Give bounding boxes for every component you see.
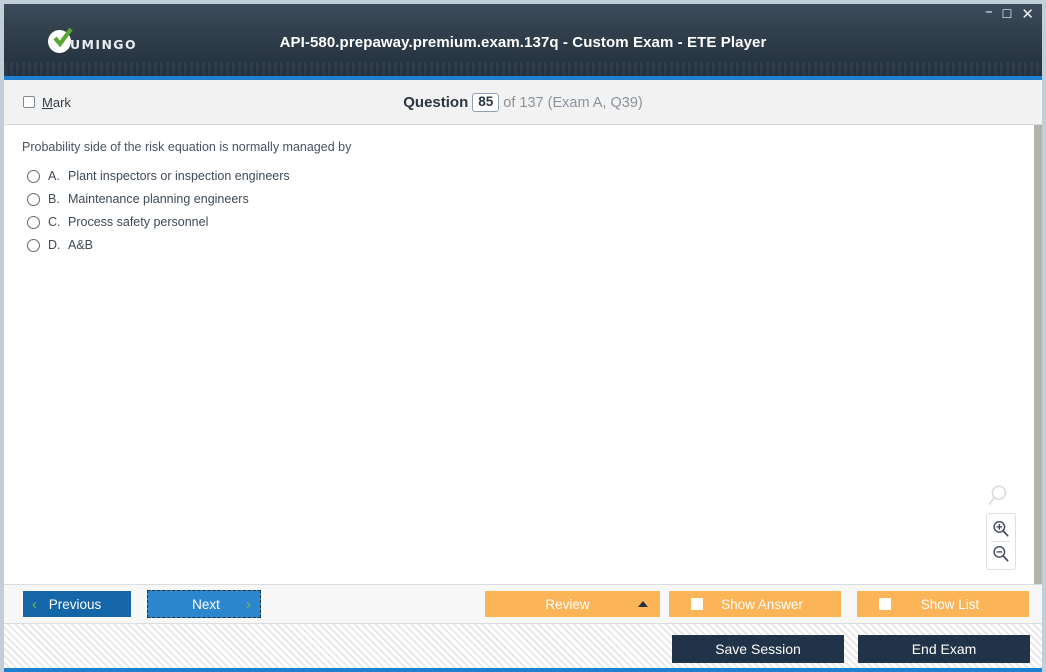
application-window: – ☐ ✕ UMINGO API-580.prepaway.premium.ex… bbox=[0, 0, 1046, 672]
previous-button[interactable]: ‹ Previous bbox=[23, 591, 131, 617]
question-total-text: of 137 (Exam A, Q39) bbox=[503, 94, 643, 111]
show-list-button[interactable]: Show List bbox=[857, 591, 1029, 617]
choice-letter-d: D. bbox=[48, 238, 61, 252]
next-button-label: Next bbox=[192, 596, 220, 612]
question-number-field[interactable]: 85 bbox=[472, 92, 500, 112]
question-word: Question bbox=[403, 93, 469, 111]
question-stem: Probability side of the risk equation is… bbox=[22, 140, 352, 154]
answer-choice-a[interactable]: A. Plant inspectors or inspection engine… bbox=[22, 169, 1016, 184]
window-controls: – ☐ ✕ bbox=[985, 4, 1034, 22]
zoom-button-group bbox=[986, 513, 1016, 570]
choice-text-c: Process safety personnel bbox=[68, 215, 209, 229]
question-header-bar: Mark Question 85 of 137 (Exam A, Q39) bbox=[4, 80, 1042, 125]
question-content-inner: Probability side of the risk equation is… bbox=[4, 125, 1034, 584]
radio-button-d[interactable] bbox=[27, 239, 40, 252]
magnifier-plus-icon bbox=[993, 520, 1009, 537]
title-bar[interactable]: – ☐ ✕ UMINGO API-580.prepaway.premium.ex… bbox=[4, 4, 1042, 80]
zoom-tool-cluster bbox=[984, 483, 1018, 570]
next-button[interactable]: Next › bbox=[147, 590, 261, 618]
radio-button-c[interactable] bbox=[27, 216, 40, 229]
choice-text-d: A&B bbox=[68, 238, 94, 252]
choice-text-b: Maintenance planning engineers bbox=[68, 192, 249, 206]
magnifier-minus-icon bbox=[993, 545, 1009, 562]
previous-button-label: Previous bbox=[48, 596, 102, 612]
magnifier-icon[interactable] bbox=[988, 483, 1014, 509]
question-counter: Question 85 of 137 (Exam A, Q39) bbox=[4, 92, 1042, 112]
answer-choice-c[interactable]: C. Process safety personnel bbox=[22, 215, 1016, 230]
zoom-out-button[interactable] bbox=[989, 542, 1013, 566]
answer-choice-list: A. Plant inspectors or inspection engine… bbox=[22, 169, 1016, 253]
logo-wordmark: UMINGO bbox=[70, 37, 137, 52]
answer-choice-d[interactable]: D. A&B bbox=[22, 238, 1016, 253]
save-session-button[interactable]: Save Session bbox=[672, 635, 844, 663]
choice-text-a: Plant inspectors or inspection engineers bbox=[68, 169, 290, 183]
close-icon[interactable]: ✕ bbox=[1021, 7, 1034, 22]
chevron-right-icon: › bbox=[246, 595, 251, 613]
choice-letter-b: B. bbox=[48, 192, 60, 206]
question-content-area: Probability side of the risk equation is… bbox=[4, 125, 1042, 584]
radio-button-a[interactable] bbox=[27, 170, 40, 183]
caret-up-icon bbox=[638, 601, 648, 607]
footer-bar: Save Session End Exam bbox=[4, 624, 1042, 672]
maximize-icon[interactable]: ☐ bbox=[1002, 7, 1013, 21]
zoom-in-button[interactable] bbox=[989, 517, 1013, 541]
show-list-checkbox[interactable] bbox=[879, 598, 891, 610]
answer-choice-b[interactable]: B. Maintenance planning engineers bbox=[22, 192, 1016, 207]
window-title: API-580.prepaway.premium.exam.137q - Cus… bbox=[279, 34, 767, 51]
show-answer-label: Show Answer bbox=[721, 596, 803, 612]
show-answer-checkbox[interactable] bbox=[691, 598, 703, 610]
logo-circle-icon bbox=[48, 27, 73, 53]
vumingo-logo: UMINGO bbox=[48, 27, 137, 53]
navigation-toolbar: ‹ Previous Next › Review Show Answer Sho… bbox=[4, 584, 1042, 624]
choice-letter-c: C. bbox=[48, 215, 61, 229]
end-exam-button[interactable]: End Exam bbox=[858, 635, 1030, 663]
show-answer-button[interactable]: Show Answer bbox=[669, 591, 841, 617]
window-inner: – ☐ ✕ UMINGO API-580.prepaway.premium.ex… bbox=[4, 4, 1042, 672]
radio-button-b[interactable] bbox=[27, 193, 40, 206]
minimize-icon[interactable]: – bbox=[985, 4, 993, 19]
choice-letter-a: A. bbox=[48, 169, 60, 183]
review-button-label: Review bbox=[545, 596, 590, 612]
show-list-label: Show List bbox=[920, 596, 980, 612]
review-dropdown-button[interactable]: Review bbox=[485, 591, 660, 617]
